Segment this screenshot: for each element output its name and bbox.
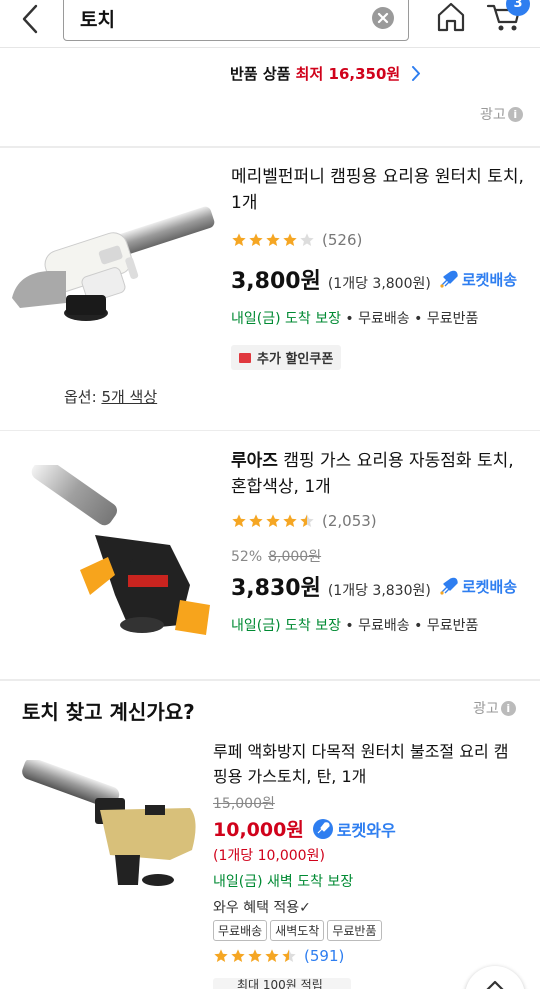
star-icon	[300, 233, 314, 246]
option-label: 옵션:	[64, 388, 97, 406]
color-options-link[interactable]: 5개 색상	[101, 388, 157, 406]
star-icon	[300, 514, 314, 527]
rating-stars: (591)	[213, 947, 344, 965]
ad-label[interactable]: 광고 i	[480, 104, 523, 124]
arrival-guarantee: 내일(금) 도착 보장	[231, 311, 341, 327]
free-shipping: • 무료배송	[340, 618, 410, 634]
star-icon	[231, 949, 245, 962]
delivery-info: 내일(금) 도착 보장 • 무료배송 • 무료반품	[231, 308, 478, 328]
rocket-wow-icon	[312, 818, 333, 839]
clear-search-button[interactable]	[372, 7, 394, 29]
star-icon	[249, 514, 263, 527]
reward-badge-label: 최대 100원 적립	[237, 978, 323, 989]
coupon-badge: 추가 할인쿠폰	[231, 345, 342, 370]
coupon-icon	[239, 352, 251, 363]
rating-stars: (526)	[231, 231, 362, 249]
star-icon	[249, 233, 263, 246]
discount-row: 52% 8,000원	[231, 546, 321, 566]
coupon-label: 추가 할인쿠폰	[257, 352, 334, 367]
chip-free-return: 무료반품	[327, 920, 382, 941]
ad-label-text: 광고	[480, 107, 506, 123]
ad-label-text: 광고	[473, 701, 499, 717]
brand-name: 루아즈	[231, 451, 278, 471]
sale-price: 10,000원	[213, 819, 304, 841]
star-icon	[282, 949, 296, 962]
product-title[interactable]: 루페 액화방지 다목적 원터치 불조절 요리 캠핑용 가스토치, 탄, 1개	[213, 739, 513, 789]
star-icon	[248, 949, 262, 962]
home-button[interactable]	[434, 0, 468, 34]
free-shipping: • 무료배송	[340, 311, 410, 327]
top-bar: 토치 3	[0, 0, 540, 48]
ad-label[interactable]: 광고 i	[473, 698, 516, 718]
product-image	[22, 760, 196, 886]
section-divider	[0, 679, 540, 681]
rocket-icon	[440, 270, 458, 288]
price-row: 3,830원 (1개당 3,830원) 로켓배송	[231, 570, 517, 602]
star-icon	[232, 233, 246, 246]
info-icon: i	[500, 701, 516, 716]
unit-price: (1개당 10,000원)	[213, 848, 325, 864]
scroll-to-top-button[interactable]	[465, 966, 525, 989]
chevron-up-icon	[486, 980, 504, 989]
product-title[interactable]: 메리벨펀퍼니 캠핑용 요리용 원터치 토치, 1개	[231, 164, 531, 216]
return-products-label: 반품 상품	[230, 65, 291, 83]
back-button[interactable]	[14, 2, 46, 38]
sale-price: 3,830원	[231, 576, 321, 601]
wow-benefit: 와우 혜택 적용✓	[213, 900, 311, 916]
arrival-guarantee: 내일(금) 도착 보장	[231, 618, 341, 634]
original-price: 8,000원	[268, 549, 322, 565]
arrival-guarantee: 내일(금) 새벽 도착 보장	[213, 874, 354, 890]
search-query: 토치	[80, 9, 115, 31]
star-icon	[265, 949, 279, 962]
search-input[interactable]: 토치	[63, 0, 409, 41]
rocket-wow-label: 로켓와우	[336, 820, 396, 840]
return-products-link[interactable]: 반품 상품 최저 16,350원	[230, 63, 421, 84]
option-row: 옵션: 5개 색상	[64, 386, 157, 407]
star-icon	[232, 514, 246, 527]
chip-dawn-delivery: 새벽도착	[270, 920, 325, 941]
review-count: (526)	[322, 231, 363, 249]
unit-price: (1개당 3,830원)	[327, 583, 431, 599]
chip-free-shipping: 무료배송	[213, 920, 268, 941]
star-icon	[283, 514, 297, 527]
unit-price: (1개당 3,800원)	[327, 276, 431, 292]
star-icon	[266, 233, 280, 246]
product-card[interactable]: 메리벨펀퍼니 캠핑용 요리용 원터치 토치, 1개 (526) 3,800원 (…	[0, 148, 540, 430]
rocket-delivery-badge: 로켓배송	[439, 269, 517, 290]
star-icon	[214, 949, 228, 962]
rocket-delivery-badge: 로켓배송	[439, 576, 517, 597]
rocket-label: 로켓배송	[461, 577, 518, 596]
product-card[interactable]: 루아즈 캠핑 가스 요리용 자동점화 토치, 혼합색상, 1개 (2,053) …	[0, 431, 540, 679]
price-row: 10,000원 로켓와우	[213, 815, 396, 842]
reward-badge: 최대 100원 적립	[213, 978, 351, 989]
recommend-heading: 토치 찾고 계신가요?	[22, 700, 195, 724]
star-icon	[283, 233, 297, 246]
rocket-icon	[440, 577, 458, 595]
review-count: (591)	[304, 947, 345, 965]
close-icon	[377, 12, 389, 24]
free-return: • 무료반품	[409, 311, 479, 327]
return-products-banner: 반품 상품 최저 16,350원 광고 i	[0, 48, 540, 146]
lowest-label: 최저	[295, 65, 324, 83]
chevron-right-icon	[412, 66, 421, 81]
benefit-chips: 무료배송 새벽도착 무료반품	[213, 920, 382, 941]
product-image	[12, 206, 215, 321]
free-return: • 무료반품	[409, 618, 479, 634]
review-count: (2,053)	[322, 512, 377, 530]
discount-rate: 52%	[231, 549, 263, 565]
return-lowest-price: 16,350원	[328, 65, 401, 83]
chevron-left-icon	[22, 4, 38, 34]
star-icon	[266, 514, 280, 527]
price-row: 3,800원 (1개당 3,800원) 로켓배송	[231, 263, 517, 295]
product-image	[31, 465, 210, 635]
original-price: 15,000원	[213, 796, 275, 812]
sale-price: 3,800원	[231, 269, 321, 294]
delivery-info: 내일(금) 도착 보장 • 무료배송 • 무료반품	[231, 615, 478, 635]
rocket-wow-badge: 로켓와우	[312, 817, 396, 841]
product-title[interactable]: 루아즈 캠핑 가스 요리용 자동점화 토치, 혼합색상, 1개	[231, 448, 531, 500]
rating-stars: (2,053)	[231, 512, 377, 530]
rocket-label: 로켓배송	[461, 270, 518, 289]
home-icon	[437, 2, 465, 32]
info-icon: i	[507, 107, 523, 122]
